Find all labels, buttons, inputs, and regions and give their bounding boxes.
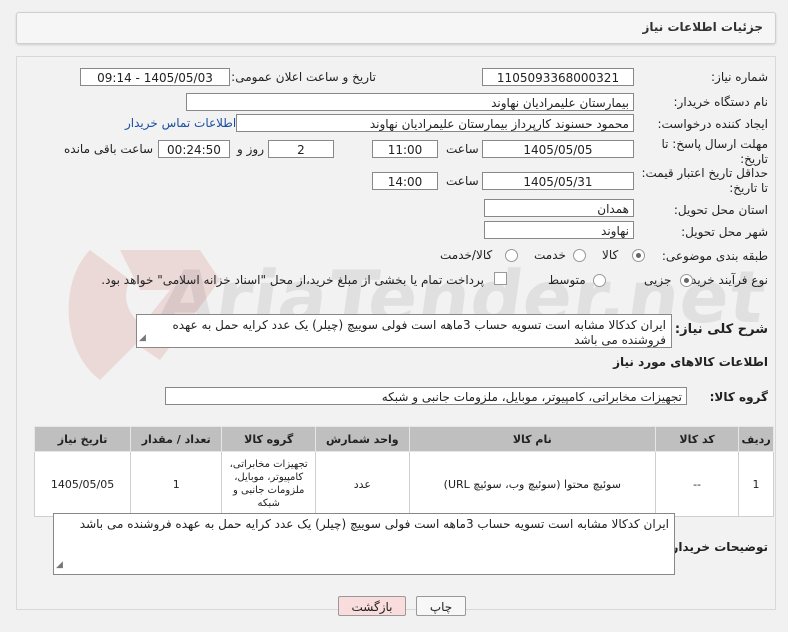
table-row[interactable]: 1 -- سوئیچ محتوا (سوئیچ وب، سوئیچ URL) ع… <box>33 451 774 517</box>
city-field: نهاوند <box>484 221 634 239</box>
process-radio-medium[interactable] <box>593 274 606 287</box>
goods-table: ردیف کد کالا نام کالا واحد شمارش گروه کا… <box>33 426 774 517</box>
buyer-notes-label: توضیحات خریدار: <box>666 540 768 554</box>
buyer-notes-textarea[interactable]: ایران کدکالا مشابه است تسویه حساب 3ماهه … <box>53 513 675 575</box>
treasury-payment-checkbox[interactable] <box>494 272 507 285</box>
col-row: ردیف <box>738 426 774 452</box>
remaining-time-field: 00:24:50 <box>158 140 230 158</box>
category-option-goods: کالا <box>602 248 619 262</box>
goods-table-header: ردیف کد کالا نام کالا واحد شمارش گروه کا… <box>33 426 774 452</box>
contact-buyer-link[interactable]: اطلاعات تماس خریدار <box>125 116 236 130</box>
announce-field: 1405/05/03 - 09:14 <box>80 68 230 86</box>
col-unit: واحد شمارش <box>315 426 410 452</box>
description-label: شرح کلی نیاز: <box>674 322 768 337</box>
need-number-label: شماره نیاز: <box>711 70 768 84</box>
category-radio-goods[interactable] <box>632 249 645 262</box>
category-option-goods-service: کالا/خدمت <box>440 248 493 262</box>
deadline-time-field: 11:00 <box>372 140 438 158</box>
deadline-date-field: 1405/05/05 <box>482 140 634 158</box>
category-radio-goods-service[interactable] <box>505 249 518 262</box>
announce-label: تاریخ و ساعت اعلان عمومی: <box>231 70 376 84</box>
description-textarea[interactable]: ایران کدکالا مشابه است تسویه حساب 3ماهه … <box>136 314 672 348</box>
days-label: روز و <box>237 142 264 156</box>
resize-grip-icon[interactable]: ◢ <box>56 558 63 573</box>
cell-unit: عدد <box>315 451 410 517</box>
creator-label: ایجاد کننده درخواست: <box>657 117 768 131</box>
buyer-field: بیمارستان علیمرادیان نهاوند <box>186 93 634 111</box>
buyer-label: نام دستگاه خریدار: <box>673 95 769 109</box>
cell-code: -- <box>655 451 740 517</box>
goods-section-title: اطلاعات کالاهای مورد نیاز <box>613 355 768 369</box>
deadline-time-label: ساعت <box>446 142 479 156</box>
process-label: نوع فرآیند خرید : <box>683 273 768 287</box>
validity-date-field: 1405/05/31 <box>482 172 634 190</box>
cell-row: 1 <box>738 451 774 517</box>
page: جزئیات اطلاعات نیاز AriaTender.net شماره… <box>0 0 788 632</box>
col-group: گروه کالا <box>221 426 317 452</box>
process-radio-minor[interactable] <box>680 274 693 287</box>
col-qty: تعداد / مقدار <box>130 426 223 452</box>
cell-qty: 1 <box>130 451 223 517</box>
validity-time-field: 14:00 <box>372 172 438 190</box>
col-date: تاریخ نیاز <box>33 426 132 452</box>
print-button[interactable]: چاپ <box>416 596 466 616</box>
col-code: کد کالا <box>655 426 740 452</box>
province-field: همدان <box>484 199 634 217</box>
deadline-label: مهلت ارسال پاسخ: تا تاریخ: <box>661 137 768 166</box>
province-label: استان محل تحویل: <box>673 203 768 217</box>
days-field: 2 <box>268 140 334 158</box>
process-option-medium: متوسط <box>548 273 586 287</box>
resize-grip-icon[interactable]: ◢ <box>139 331 146 346</box>
back-button[interactable]: بازگشت <box>338 596 406 616</box>
page-title: جزئیات اطلاعات نیاز <box>642 20 763 34</box>
col-name: نام کالا <box>408 426 657 452</box>
city-label: شهر محل تحویل: <box>681 225 768 239</box>
category-label: طبقه بندی موضوعی: <box>661 249 768 263</box>
payment-note: پرداخت تمام یا بخشی از مبلغ خرید،از محل … <box>101 273 484 287</box>
cell-group: تجهیزات مخابراتی، کامپیوتر، موبایل، ملزو… <box>221 451 317 517</box>
goods-group-label: گروه کالا: <box>709 390 768 404</box>
process-option-minor: جزیی <box>644 273 672 287</box>
cell-date: 1405/05/05 <box>33 451 132 517</box>
need-number-field: 1105093368000321 <box>482 68 634 86</box>
validity-label: حداقل تاریخ اعتبار قیمت: تا تاریخ: <box>641 166 768 195</box>
cell-name: سوئیچ محتوا (سوئیچ وب، سوئیچ URL) <box>408 451 657 517</box>
category-radio-service[interactable] <box>573 249 586 262</box>
page-header: جزئیات اطلاعات نیاز <box>16 12 776 44</box>
creator-field: محمود حسنوند کارپرداز بیمارستان علیمرادی… <box>236 114 634 132</box>
buyer-notes-text: ایران کدکالا مشابه است تسویه حساب 3ماهه … <box>79 517 669 531</box>
description-text: ایران کدکالا مشابه است تسویه حساب 3ماهه … <box>172 318 666 347</box>
goods-group-field: تجهیزات مخابراتی، کامپیوتر، موبایل، ملزو… <box>165 387 687 405</box>
validity-time-label: ساعت <box>446 174 479 188</box>
category-option-service: خدمت <box>534 248 566 262</box>
remaining-label: ساعت باقی مانده <box>64 142 154 156</box>
